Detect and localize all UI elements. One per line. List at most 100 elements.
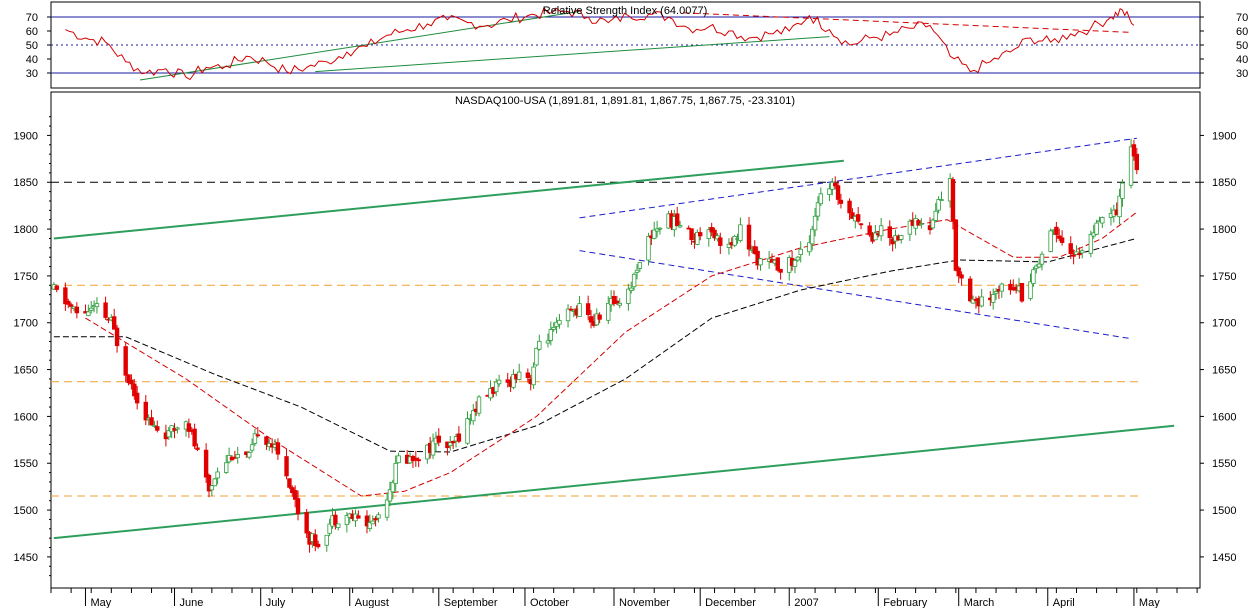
- candle-up: [517, 371, 522, 380]
- candle-up: [557, 319, 562, 325]
- candle-up: [224, 462, 229, 473]
- candle-up: [545, 340, 551, 344]
- candle-up: [812, 215, 818, 231]
- candle-up: [465, 418, 470, 444]
- candle-down: [103, 302, 108, 318]
- candle-up: [551, 327, 556, 330]
- rsi-tick-label-left: 50: [26, 40, 38, 52]
- candle-down: [1134, 153, 1140, 171]
- candle-up: [1028, 281, 1033, 299]
- candle-up: [606, 302, 611, 321]
- candle-down: [697, 232, 703, 237]
- candle-up: [577, 303, 582, 317]
- price-tick-label-left: 1800: [14, 224, 38, 236]
- candle-down: [525, 372, 531, 378]
- candle-up: [1100, 217, 1105, 224]
- rsi-tick-label-left: 30: [26, 68, 38, 80]
- candle-up: [476, 396, 482, 414]
- x-month-label: September: [444, 597, 498, 608]
- price-tick-label-left: 1650: [14, 365, 38, 377]
- candle-up: [537, 340, 542, 350]
- candle-up: [738, 224, 743, 241]
- rsi-tick-label-left: 40: [26, 54, 38, 66]
- candle-up: [1039, 253, 1045, 265]
- candle-down: [68, 304, 74, 307]
- candle-up: [758, 258, 763, 266]
- candle-down: [585, 303, 591, 316]
- candle-down: [192, 428, 197, 447]
- candle-up: [732, 236, 737, 246]
- candle-down: [775, 257, 780, 271]
- candle-down: [675, 213, 680, 227]
- candle-down: [123, 346, 128, 376]
- x-month-label: August: [355, 597, 389, 608]
- candle-down: [134, 392, 140, 404]
- candle-up: [936, 199, 941, 211]
- x-month-label: July: [266, 597, 286, 608]
- candle-down: [778, 268, 783, 273]
- candle-down: [456, 433, 462, 442]
- candle-down: [195, 447, 200, 450]
- price-tick-label-left: 1500: [14, 505, 38, 517]
- price-tick-label-left: 1900: [14, 130, 38, 142]
- candle-down: [292, 490, 298, 500]
- candle-down: [1071, 254, 1076, 257]
- candle-up: [384, 499, 390, 518]
- candle-up: [86, 311, 91, 316]
- candle-down: [255, 434, 261, 437]
- rsi-tick-label-right: 50: [1236, 40, 1248, 52]
- price-tick-label-right: 1650: [1212, 365, 1236, 377]
- candle-up: [376, 514, 381, 519]
- candle-up: [534, 347, 539, 366]
- candle-down: [1059, 237, 1065, 243]
- price-tick-label-right: 1900: [1212, 130, 1236, 142]
- candle-down: [1077, 253, 1082, 256]
- candle-up: [999, 283, 1004, 292]
- candle-up: [792, 260, 798, 267]
- price-tick-label-right: 1450: [1212, 552, 1236, 564]
- candle-up: [933, 210, 938, 221]
- price-tick-label-left: 1600: [14, 411, 38, 423]
- candle-down: [838, 199, 844, 204]
- candle-down: [968, 278, 973, 302]
- candle-up: [818, 193, 824, 205]
- candle-down: [304, 512, 309, 534]
- candle-up: [235, 454, 240, 459]
- candle-up: [1031, 269, 1036, 284]
- candle-up: [993, 291, 999, 294]
- price-tick-label-right: 1750: [1212, 271, 1236, 283]
- candle-down: [54, 285, 59, 290]
- candle-up: [629, 287, 634, 292]
- candle-up: [646, 236, 651, 261]
- rsi-tick-label-right: 30: [1236, 68, 1248, 80]
- price-tick-label-right: 1600: [1212, 411, 1236, 423]
- candle-up: [1120, 182, 1125, 199]
- candle-up: [393, 463, 398, 484]
- candle-up: [677, 225, 683, 228]
- candle-up: [810, 228, 815, 245]
- candle-up: [89, 307, 94, 311]
- candle-down: [114, 327, 120, 347]
- candle-down: [887, 226, 892, 239]
- candle-down: [416, 459, 421, 462]
- candle-down: [315, 543, 321, 548]
- candle-down: [295, 498, 301, 515]
- candle-down: [746, 224, 752, 250]
- candle-up: [899, 235, 904, 240]
- rsi-tick-label-right: 40: [1236, 54, 1248, 66]
- price-tick-label-left: 1850: [14, 177, 38, 189]
- candle-up: [1048, 230, 1053, 252]
- candle-up: [249, 444, 255, 451]
- candle-up: [212, 478, 217, 487]
- candle-down: [855, 214, 861, 222]
- candle-up: [939, 199, 944, 201]
- candle-down: [950, 179, 956, 222]
- price-tick-label-left: 1700: [14, 318, 38, 330]
- candle-down: [333, 514, 338, 526]
- candle-up: [1080, 250, 1085, 254]
- price-tick-label-right: 1550: [1212, 458, 1236, 470]
- candle-up: [531, 366, 536, 386]
- x-month-label: December: [705, 597, 756, 608]
- candle-down: [373, 518, 378, 521]
- candle-up: [637, 262, 643, 269]
